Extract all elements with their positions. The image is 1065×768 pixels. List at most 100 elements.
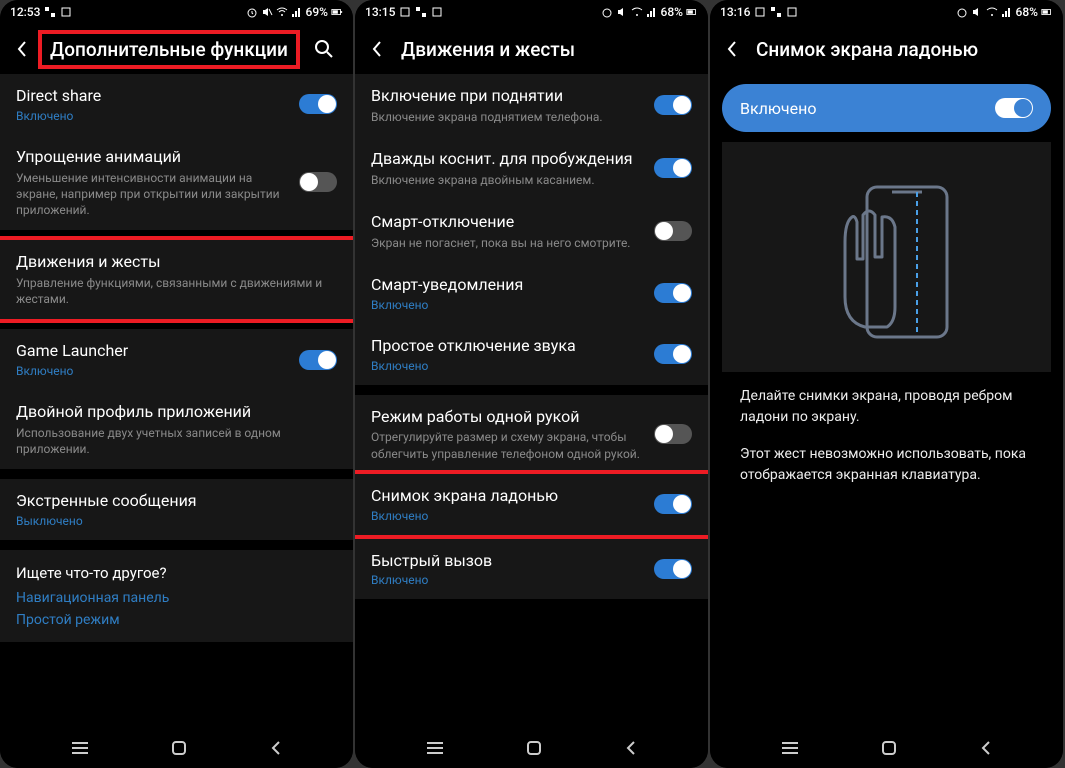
item-title: Включение при поднятии [371,86,644,107]
setting-double-tap-wake[interactable]: Дважды коснит. для пробуждения Включение… [355,137,708,200]
item-status: Включено [16,109,289,123]
notif-icon-3 [786,6,798,18]
back-button[interactable] [624,740,638,756]
looking-for-hint: Ищете что-то другое? Навигационная панел… [0,550,353,642]
setting-palm-swipe[interactable]: Снимок экрана ладонью Включено [355,474,708,535]
setting-quick-call[interactable]: Быстрый вызов Включено [355,539,708,600]
navigation-bar [710,728,1063,768]
battery-icon [1041,6,1053,18]
toggle-switch[interactable] [299,350,337,370]
back-icon[interactable] [724,40,742,58]
item-title: Движения и жесты [16,252,337,273]
description-1: Делайте снимки экрана, проводя ребром ла… [722,386,1051,428]
status-bar: 13:16 68% [710,0,1063,24]
wifi-icon [276,6,288,18]
home-button[interactable] [170,739,188,757]
highlight-box: Дополнительные функции [38,30,300,69]
notif-icon [754,6,766,18]
toggle-switch[interactable] [654,344,692,364]
recents-button[interactable] [70,740,90,756]
item-status: Включено [16,364,289,378]
item-title: Упрощение анимаций [16,147,289,168]
setting-direct-share[interactable]: Direct share Включено [0,74,353,135]
alarm-icon [246,6,258,18]
hint-link-easymode[interactable]: Простой режим [16,612,337,628]
item-title: Двойной профиль приложений [16,402,337,423]
mute-icon [261,6,273,18]
mute-icon [971,6,983,18]
setting-smart-alert[interactable]: Смарт-уведомления Включено [355,263,708,324]
alarm-icon [956,6,968,18]
settings-list: Включение при поднятии Включение экрана … [355,74,708,728]
back-icon[interactable] [14,40,32,58]
battery-icon [686,6,698,18]
setting-lift-to-wake[interactable]: Включение при поднятии Включение экрана … [355,74,708,137]
setting-smart-stay[interactable]: Смарт-отключение Экран не погаснет, пока… [355,200,708,263]
home-button[interactable] [525,739,543,757]
item-status: Выключено [16,514,337,528]
toggle-switch[interactable] [654,424,692,444]
item-title: Быстрый вызов [371,551,644,572]
signal-icon [1001,6,1013,18]
setting-dual-messenger[interactable]: Двойной профиль приложений Использование… [0,390,353,469]
item-title: Смарт-отключение [371,212,644,233]
status-time: 12:53 [10,5,40,19]
status-bar: 13:15 68% [355,0,708,24]
phone-screen-1: 12:53 69% Дополнительные функции Direct … [0,0,353,768]
toggle-switch[interactable] [995,98,1033,118]
recents-button[interactable] [425,740,445,756]
gesture-illustration [722,142,1051,372]
back-icon[interactable] [369,40,387,58]
back-button[interactable] [269,740,283,756]
setting-game-launcher[interactable]: Game Launcher Включено [0,329,353,390]
header: Дополнительные функции [0,24,353,74]
page-title: Дополнительные функции [50,38,288,61]
item-status: Включено [371,298,644,312]
header: Снимок экрана ладонью [710,24,1063,74]
toggle-switch[interactable] [654,283,692,303]
status-time: 13:16 [720,5,750,19]
item-subtitle: Экран не погаснет, пока вы на него смотр… [371,235,644,251]
recents-button[interactable] [780,740,800,756]
toggle-switch[interactable] [299,94,337,114]
header: Движения и жесты [355,24,708,74]
highlight-box: Снимок экрана ладонью Включено [355,470,708,539]
mute-icon [616,6,628,18]
description-2: Этот жест невозможно использовать, пока … [722,444,1051,486]
setting-one-handed[interactable]: Режим работы одной рукой Отрегулируйте р… [355,395,708,474]
hint-link-navbar[interactable]: Навигационная панель [16,590,337,606]
toggle-switch[interactable] [654,95,692,115]
notif-icon [44,6,56,18]
settings-list: Direct share Включено Упрощение анимаций… [0,74,353,728]
toggle-switch[interactable] [299,172,337,192]
battery-level: 68% [1016,5,1038,19]
master-toggle-banner[interactable]: Включено [722,84,1051,132]
battery-icon [331,6,343,18]
item-title: Снимок экрана ладонью [371,486,644,507]
notif-icon [399,6,411,18]
phone-screen-3: 13:16 68% Снимок экрана ладонью Включено [710,0,1063,768]
status-bar: 12:53 69% [0,0,353,24]
setting-sos-messages[interactable]: Экстренные сообщения Выключено [0,479,353,540]
item-subtitle: Использование двух учетных записей в одн… [16,425,337,457]
setting-reduce-animations[interactable]: Упрощение анимаций Уменьшение интенсивно… [0,135,353,230]
wifi-icon [986,6,998,18]
toggle-switch[interactable] [654,559,692,579]
signal-icon [291,6,303,18]
item-subtitle: Включение экрана двойным касанием. [371,172,644,188]
item-status: Включено [371,509,644,523]
search-icon[interactable] [314,39,334,59]
toggle-switch[interactable] [654,494,692,514]
item-status: Включено [371,359,644,373]
back-button[interactable] [979,740,993,756]
toggle-switch[interactable] [654,221,692,241]
item-subtitle: Управление функциями, связанными с движе… [16,275,337,307]
setting-easy-mute[interactable]: Простое отключение звука Включено [355,324,708,385]
notif-icon-2 [415,6,427,18]
home-button[interactable] [880,739,898,757]
detail-content: Включено Делайте снимки экрана, проводя … [710,74,1063,728]
setting-motions-gestures[interactable]: Движения и жесты Управление функциями, с… [0,240,353,319]
toggle-switch[interactable] [654,158,692,178]
status-time: 13:15 [365,5,395,19]
item-subtitle: Включение экрана поднятием телефона. [371,109,644,125]
